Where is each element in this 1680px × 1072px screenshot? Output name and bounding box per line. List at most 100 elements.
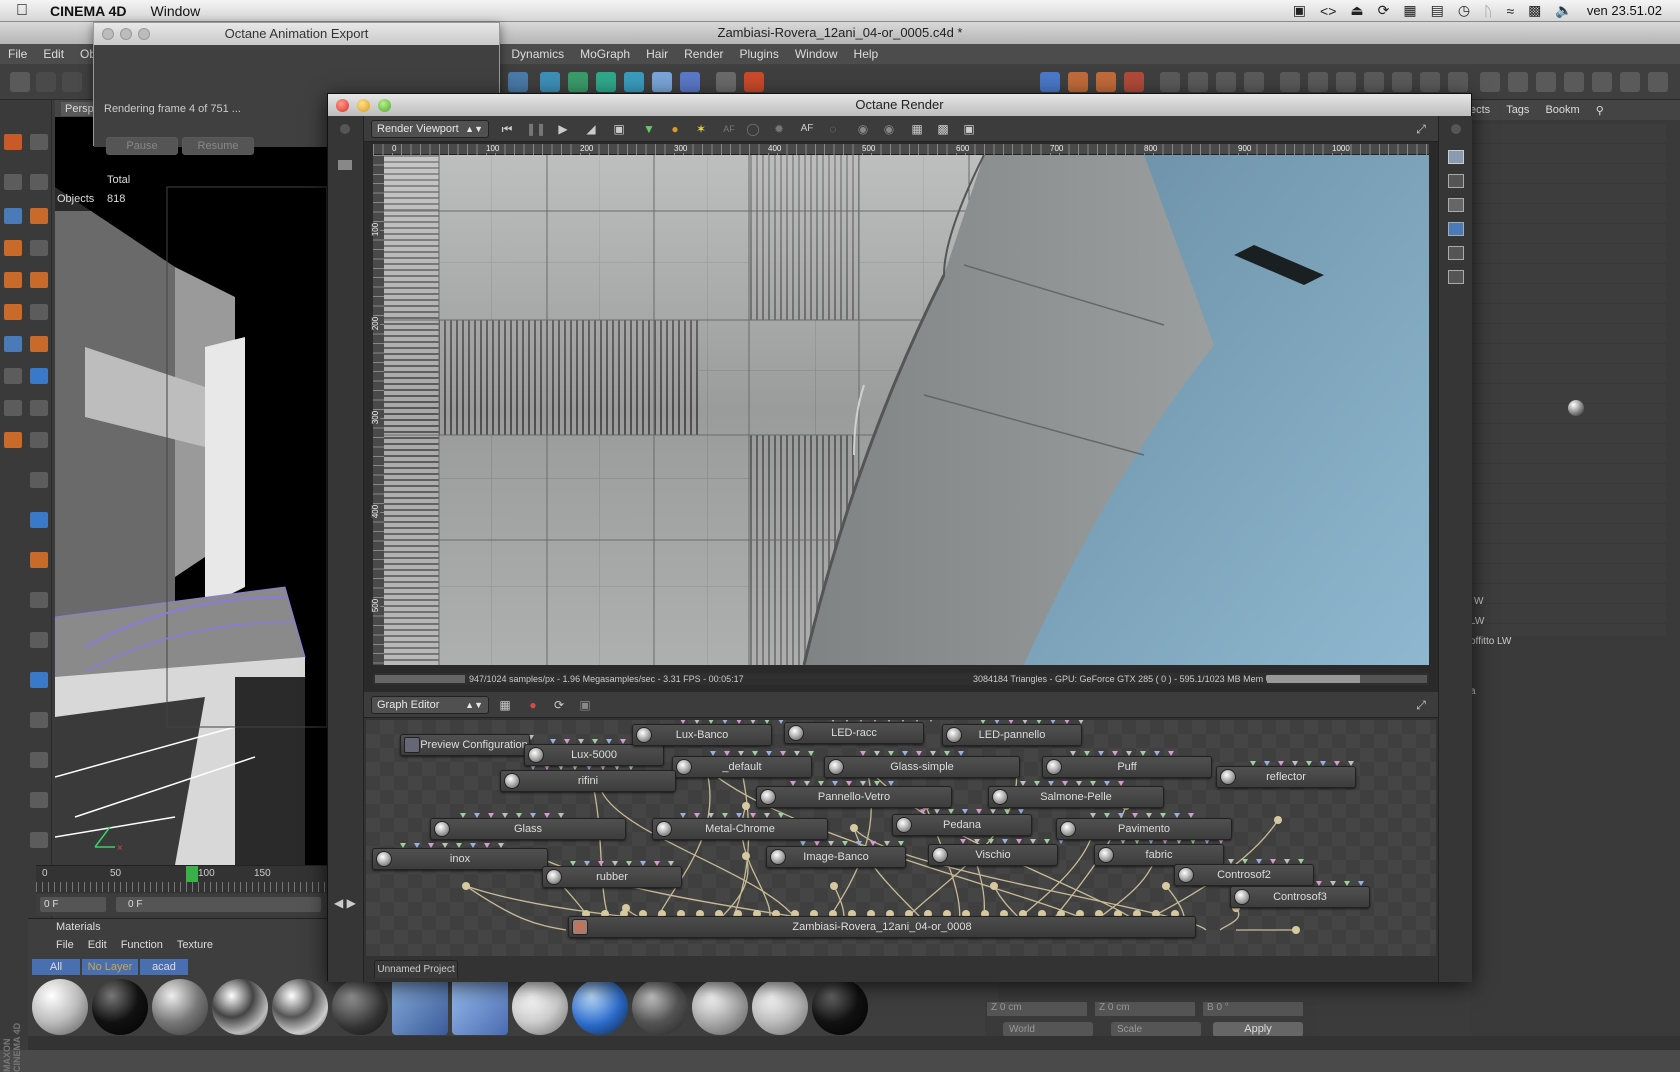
play-icon[interactable]: ▶ bbox=[554, 120, 572, 138]
palette-icon-22[interactable] bbox=[30, 512, 48, 528]
node-fabric[interactable]: fabric bbox=[1094, 844, 1224, 866]
node-output-project[interactable]: Zambiasi-Rovera_12ani_04-or_0008 bbox=[568, 916, 1196, 938]
mode-icon-9[interactable] bbox=[1508, 72, 1528, 92]
material-swatch-5[interactable] bbox=[272, 979, 328, 1035]
mode-icon-14[interactable] bbox=[1648, 72, 1668, 92]
palette-icon-28[interactable] bbox=[30, 752, 48, 768]
render-mode-select[interactable]: Render Viewport ▲▼ bbox=[371, 120, 489, 138]
menu-help[interactable]: Help bbox=[846, 47, 887, 61]
node-lux-5000[interactable]: Lux-5000 bbox=[524, 744, 664, 766]
resume-button[interactable]: Resume bbox=[182, 137, 254, 155]
bluetooth-icon[interactable]: ᚢ bbox=[1484, 3, 1492, 19]
lock-icon[interactable]: ◉ bbox=[854, 120, 872, 138]
material-swatch-10[interactable] bbox=[572, 979, 628, 1035]
subsample-icon[interactable]: ◉ bbox=[880, 120, 898, 138]
palette-icon-30[interactable] bbox=[30, 832, 48, 848]
palette-icon-15[interactable] bbox=[4, 368, 22, 384]
menu-render[interactable]: Render bbox=[676, 47, 731, 61]
app-menu[interactable]: CINEMA 4D bbox=[38, 3, 139, 19]
menu-plugins[interactable]: Plugins bbox=[731, 47, 786, 61]
palette-icon-8[interactable] bbox=[30, 240, 48, 256]
mode-icon-1[interactable] bbox=[1280, 72, 1300, 92]
af-disabled-icon[interactable]: AF bbox=[720, 120, 738, 138]
close-icon[interactable] bbox=[336, 99, 349, 112]
environment-icon[interactable] bbox=[680, 72, 700, 92]
node-pannello-vetro[interactable]: Pannello-Vetro bbox=[756, 786, 952, 808]
region-icon[interactable]: ▣ bbox=[610, 120, 628, 138]
mode-icon-3[interactable] bbox=[1336, 72, 1356, 92]
zoom-icon[interactable] bbox=[378, 99, 391, 112]
mode-icon-2[interactable] bbox=[1308, 72, 1328, 92]
array-icon[interactable] bbox=[624, 72, 644, 92]
clay-icon[interactable]: ◌ bbox=[824, 120, 842, 138]
node-rifini[interactable]: rifini bbox=[500, 770, 676, 792]
tool-icon-1[interactable] bbox=[508, 72, 528, 92]
graph-save-icon[interactable]: ▦ bbox=[496, 696, 514, 714]
palette-icon-18[interactable] bbox=[30, 400, 48, 416]
graph-delete-icon[interactable]: ● bbox=[524, 696, 542, 714]
status-icon-2[interactable]: <> bbox=[1320, 3, 1336, 19]
grid-icon[interactable] bbox=[1216, 72, 1236, 92]
pin-icon[interactable] bbox=[1451, 124, 1461, 134]
object-list[interactable] bbox=[1470, 124, 1666, 636]
timeline-ruler[interactable]: 0 50 100 150 bbox=[36, 865, 327, 893]
camera-icon[interactable] bbox=[1448, 174, 1464, 188]
object-name-1[interactable]: W bbox=[1474, 596, 1483, 607]
globe-icon[interactable] bbox=[1448, 222, 1464, 236]
display-icon[interactable]: ▤ bbox=[1431, 2, 1444, 19]
filter-all[interactable]: All bbox=[32, 959, 80, 975]
node-default[interactable]: _default bbox=[672, 756, 812, 778]
palette-icon-23[interactable] bbox=[30, 552, 48, 568]
editor-viewport[interactable]: × Total Objects 818 bbox=[55, 117, 327, 865]
coord-z2[interactable]: Z 0 cm bbox=[1095, 1002, 1195, 1016]
node-led-racc[interactable]: LED-racc bbox=[784, 722, 924, 744]
current-frame-field[interactable]: 0 F bbox=[116, 897, 321, 912]
panel-toggle-icon[interactable] bbox=[338, 160, 352, 170]
coord-z1[interactable]: Z 0 cm bbox=[987, 1002, 1087, 1016]
magnifier-tool-icon[interactable] bbox=[10, 72, 30, 92]
graph-maximize-icon[interactable]: ⤢ bbox=[1412, 696, 1430, 714]
node-led-pannello[interactable]: LED-pannello bbox=[942, 724, 1082, 746]
tab-tags[interactable]: Tags bbox=[1506, 104, 1529, 116]
material-tag-icon[interactable] bbox=[1568, 400, 1584, 416]
status-icon-4[interactable]: ▩ bbox=[1528, 2, 1541, 19]
workplane-icon[interactable] bbox=[1244, 72, 1264, 92]
mode-icon-10[interactable] bbox=[1536, 72, 1556, 92]
palette-icon-21[interactable] bbox=[30, 472, 48, 488]
node-vischio[interactable]: Vischio bbox=[928, 844, 1058, 866]
pause-icon[interactable]: ❚❚ bbox=[526, 120, 546, 138]
material-swatch-13[interactable] bbox=[752, 979, 808, 1035]
material-swatch-2[interactable] bbox=[92, 979, 148, 1035]
snap-icon[interactable] bbox=[1188, 72, 1208, 92]
palette-icon-27[interactable] bbox=[30, 712, 48, 728]
node-inox[interactable]: inox bbox=[372, 848, 548, 870]
mode-icon-6[interactable] bbox=[1420, 72, 1440, 92]
picture-icon[interactable] bbox=[1448, 246, 1464, 260]
palette-icon-7[interactable] bbox=[4, 240, 22, 256]
node-metal-chrome[interactable]: Metal-Chrome bbox=[652, 818, 828, 840]
material-pick-icon[interactable]: ● bbox=[666, 120, 684, 138]
light-icon[interactable]: ✶ bbox=[692, 120, 710, 138]
grid-1-icon[interactable]: ▦ bbox=[908, 120, 926, 138]
materials-menu-file[interactable]: File bbox=[56, 939, 74, 951]
coord-b[interactable]: B 0 ° bbox=[1203, 1002, 1303, 1016]
material-swatch-14[interactable] bbox=[812, 979, 868, 1035]
node-image-banco[interactable]: Image-Banco bbox=[766, 846, 906, 868]
palette-icon-24[interactable] bbox=[30, 592, 48, 608]
wifi-icon[interactable]: ≈ bbox=[1506, 3, 1514, 19]
grid-3-icon[interactable]: ▣ bbox=[960, 120, 978, 138]
material-swatch-8[interactable] bbox=[452, 979, 508, 1035]
spline-icon[interactable] bbox=[568, 72, 588, 92]
undo-icon[interactable] bbox=[36, 72, 56, 92]
palette-icon-26[interactable] bbox=[30, 672, 48, 688]
eject-icon[interactable]: ⏏ bbox=[1350, 2, 1363, 19]
coord-world-select[interactable]: World bbox=[1003, 1022, 1093, 1037]
palette-icon-2[interactable] bbox=[30, 134, 48, 150]
scale-tool-icon[interactable] bbox=[1068, 72, 1088, 92]
render-region-icon[interactable] bbox=[716, 72, 736, 92]
select-tool-icon[interactable] bbox=[1124, 72, 1144, 92]
window-menu[interactable]: Window bbox=[139, 3, 213, 19]
rotate-tool-icon[interactable] bbox=[1096, 72, 1116, 92]
node-rubber[interactable]: rubber bbox=[542, 866, 682, 888]
graph-tool-icon[interactable]: ▣ bbox=[576, 696, 594, 714]
